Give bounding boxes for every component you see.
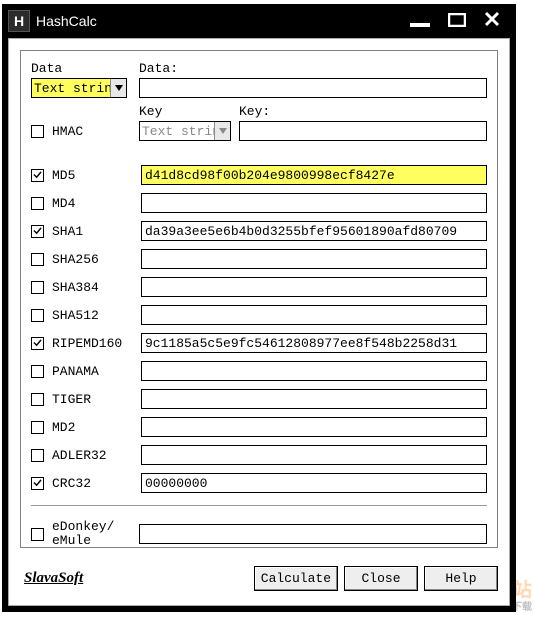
data-format-select[interactable]: Text strin: [31, 78, 127, 98]
hash-row: CRC32 00000000: [31, 469, 487, 497]
hash-label: MD2: [52, 420, 75, 435]
edonkey-label: eDonkey/ eMule: [52, 520, 114, 549]
hash-label: MD5: [52, 168, 75, 183]
key-label: Key: [139, 104, 162, 119]
minimize-icon[interactable]: [410, 11, 430, 31]
hash-checkbox[interactable]: [31, 169, 44, 182]
data-input[interactable]: [139, 78, 487, 98]
key-format-select[interactable]: Text strin: [139, 121, 231, 141]
hash-row: MD2: [31, 413, 487, 441]
app-icon: H: [8, 10, 30, 32]
main-panel: Data Data: Text strin: [20, 50, 498, 548]
maximize-icon[interactable]: [448, 11, 466, 31]
hash-row: SHA256: [31, 245, 487, 273]
hash-checkbox[interactable]: [31, 225, 44, 238]
hash-list: MD5 d41d8cd98f00b204e9800998ecf8427e MD4 SH…: [31, 161, 487, 497]
hash-output[interactable]: [141, 417, 487, 437]
hash-label: TIGER: [52, 392, 91, 407]
data-label: Data: [31, 61, 62, 76]
hash-output[interactable]: 00000000: [141, 473, 487, 493]
edonkey-output[interactable]: [139, 524, 487, 544]
hash-label: CRC32: [52, 476, 91, 491]
hash-checkbox[interactable]: [31, 365, 44, 378]
hash-output[interactable]: [141, 249, 487, 269]
hash-checkbox[interactable]: [31, 253, 44, 266]
hash-checkbox[interactable]: [31, 337, 44, 350]
hash-checkbox[interactable]: [31, 477, 44, 490]
hash-output[interactable]: [141, 305, 487, 325]
hash-output[interactable]: d41d8cd98f00b204e9800998ecf8427e: [141, 165, 487, 185]
hmac-label: HMAC: [52, 124, 83, 139]
data-colon-label: Data:: [139, 61, 178, 76]
hash-label: RIPEMD160: [52, 336, 122, 351]
hash-row: RIPEMD160 9c1185a5c5e9fc54612808977ee8f54…: [31, 329, 487, 357]
app-window: H HashCalc www.DuoTe.com Data Data:: [2, 4, 516, 612]
hash-output[interactable]: da39a3ee5e6b4b0d3255bfef95601890afd80709: [141, 221, 487, 241]
hash-row: MD4: [31, 189, 487, 217]
hash-label: SHA256: [52, 252, 99, 267]
hash-label: SHA384: [52, 280, 99, 295]
hash-label: SHA512: [52, 308, 99, 323]
hash-output[interactable]: [141, 389, 487, 409]
hash-label: MD4: [52, 196, 75, 211]
chevron-down-icon: [110, 79, 126, 97]
hash-row: SHA512: [31, 301, 487, 329]
hash-output[interactable]: [141, 277, 487, 297]
hmac-checkbox[interactable]: [31, 125, 44, 138]
client-area: www.DuoTe.com Data Data: Text strin: [8, 38, 510, 606]
hash-row: SHA1 da39a3ee5e6b4b0d3255bfef95601890afd8…: [31, 217, 487, 245]
hash-row: ADLER32: [31, 441, 487, 469]
brand-link[interactable]: SlavaSoft: [20, 570, 248, 587]
hash-checkbox[interactable]: [31, 281, 44, 294]
hash-label: ADLER32: [52, 448, 107, 463]
hash-checkbox[interactable]: [31, 449, 44, 462]
hash-row: TIGER: [31, 385, 487, 413]
hash-checkbox[interactable]: [31, 197, 44, 210]
hash-output[interactable]: [141, 361, 487, 381]
hash-output[interactable]: [141, 193, 487, 213]
window-title: HashCalc: [36, 13, 410, 29]
hash-label: PANAMA: [52, 364, 99, 379]
hash-checkbox[interactable]: [31, 309, 44, 322]
hash-checkbox[interactable]: [31, 421, 44, 434]
hash-row: MD5 d41d8cd98f00b204e9800998ecf8427e: [31, 161, 487, 189]
help-button[interactable]: Help: [424, 566, 498, 591]
titlebar[interactable]: H HashCalc: [2, 4, 516, 38]
calculate-button[interactable]: Calculate: [254, 566, 338, 591]
key-input[interactable]: [239, 121, 487, 141]
edonkey-row: eDonkey/ eMule: [31, 516, 487, 552]
hash-row: PANAMA: [31, 357, 487, 385]
hash-row: SHA384: [31, 273, 487, 301]
hash-label: SHA1: [52, 224, 83, 239]
key-colon-label: Key:: [239, 104, 270, 119]
hash-output[interactable]: [141, 445, 487, 465]
hash-checkbox[interactable]: [31, 393, 44, 406]
edonkey-checkbox[interactable]: [31, 528, 44, 541]
chevron-down-icon: [214, 122, 230, 140]
hash-output[interactable]: 9c1185a5c5e9fc54612808977ee8f548b2258d31: [141, 333, 487, 353]
close-icon[interactable]: [484, 11, 500, 31]
close-button[interactable]: Close: [344, 566, 418, 591]
separator: [31, 505, 487, 506]
bottom-bar: SlavaSoft Calculate Close Help: [20, 558, 498, 598]
